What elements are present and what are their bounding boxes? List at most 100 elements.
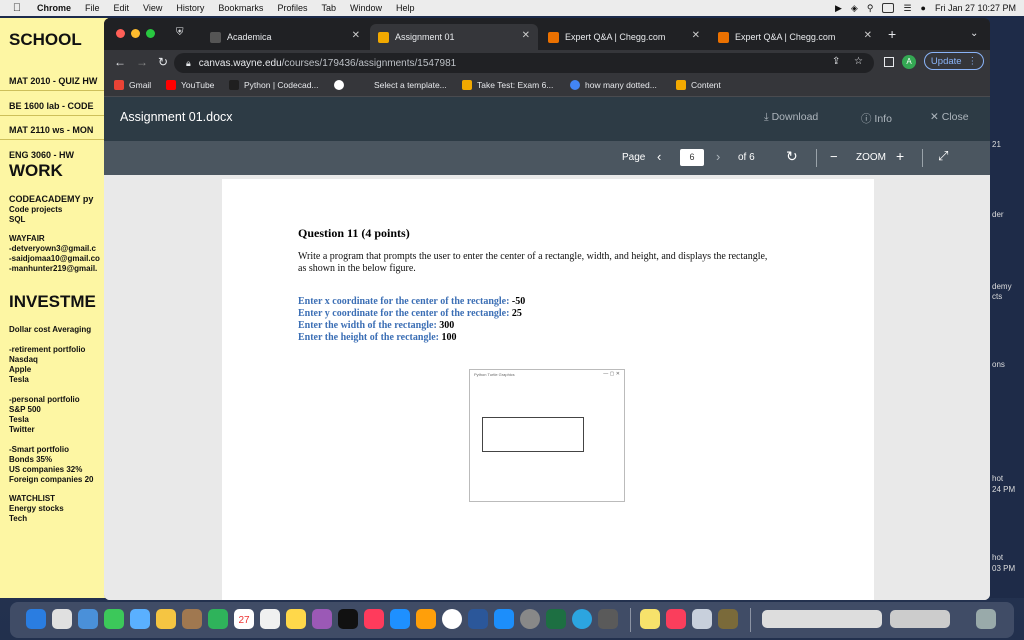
bookmark-content[interactable]: Content (676, 80, 721, 90)
keynote-icon[interactable] (390, 609, 410, 629)
reminders-icon[interactable] (260, 609, 280, 629)
maps-icon[interactable] (130, 609, 150, 629)
zoom-out-button[interactable]: − (830, 149, 838, 164)
menu-profiles[interactable]: Profiles (277, 3, 307, 13)
settings-icon[interactable] (520, 609, 540, 629)
menu-tab[interactable]: Tab (321, 3, 336, 13)
bookmark-globe[interactable] (334, 80, 349, 90)
profile-avatar[interactable]: A (902, 55, 916, 69)
close-viewer-button[interactable]: ✕ Close (930, 111, 969, 123)
minimized-window[interactable] (890, 610, 950, 628)
minimized-window[interactable] (762, 610, 882, 628)
wifi-icon[interactable]: ◈ (851, 3, 858, 14)
apple-tv-icon[interactable] (338, 609, 358, 629)
menu-file[interactable]: File (85, 3, 100, 13)
podcasts-icon[interactable] (312, 609, 332, 629)
update-button[interactable]: Update ⋮ (924, 52, 984, 70)
finder-icon[interactable] (26, 609, 46, 629)
tab-assignment-01[interactable]: Assignment 01 ✕ (370, 24, 538, 50)
stickies-icon[interactable] (640, 609, 660, 629)
menu-bookmarks[interactable]: Bookmarks (218, 3, 263, 13)
close-label: Close (942, 111, 969, 123)
close-tab-icon[interactable]: ✕ (352, 30, 360, 41)
reload-button[interactable]: ↻ (158, 55, 168, 69)
battery-icon[interactable] (882, 3, 894, 13)
sticky-course: BE 1600 lab - CODE (9, 101, 94, 111)
info-button[interactable]: ⓘ Info (861, 111, 892, 126)
app-store-icon[interactable] (494, 609, 514, 629)
gmail-icon (114, 80, 124, 90)
close-window-button[interactable] (116, 29, 125, 38)
new-tab-button[interactable]: + (888, 26, 896, 42)
apple-icon[interactable]:  (10, 1, 24, 15)
tab-chegg-2[interactable]: Expert Q&A | Chegg.com ✕ (710, 24, 880, 50)
chrome-icon[interactable] (442, 609, 462, 629)
menu-help[interactable]: Help (396, 3, 415, 13)
download-button[interactable]: ⤓ Download (764, 111, 818, 124)
minimize-window-button[interactable] (131, 29, 140, 38)
fullscreen-icon[interactable]: ⤢ (938, 148, 948, 164)
mail-icon[interactable] (78, 609, 98, 629)
bookmark-exam[interactable]: Take Test: Exam 6... (462, 80, 553, 90)
telegram-icon[interactable] (572, 609, 592, 629)
news-icon[interactable] (364, 609, 384, 629)
photos-icon[interactable] (156, 609, 176, 629)
console-prompt: Enter the height of the rectangle: (298, 332, 439, 343)
menu-history[interactable]: History (176, 3, 204, 13)
siri-icon[interactable]: ● (921, 3, 926, 13)
sticky-line: -personal portfolio (9, 395, 80, 405)
messages-icon[interactable] (104, 609, 124, 629)
bookmark-label: YouTube (181, 80, 214, 90)
address-bar[interactable]: 🔒︎ canvas.wayne.edu /courses/179436/assi… (174, 53, 874, 73)
tab-academica[interactable]: Academica ✕ (202, 24, 368, 50)
menu-view[interactable]: View (143, 3, 162, 13)
notes-icon[interactable] (286, 609, 306, 629)
bookmark-star-icon[interactable]: ☆ (854, 56, 863, 67)
zoom-window-button[interactable] (146, 29, 155, 38)
menu-edit[interactable]: Edit (114, 3, 130, 13)
close-tab-icon[interactable]: ✕ (522, 30, 530, 41)
close-tab-icon[interactable]: ✕ (692, 30, 700, 41)
page-number-input[interactable]: 6 (680, 149, 704, 166)
zoom-in-button[interactable]: + (896, 148, 904, 164)
preview-icon[interactable] (692, 609, 712, 629)
bookmark-youtube[interactable]: YouTube (166, 80, 214, 90)
forward-button[interactable]: → (136, 55, 148, 69)
facetime-icon[interactable] (208, 609, 228, 629)
side-panel-icon[interactable] (884, 57, 894, 67)
divider (816, 149, 817, 167)
trash-icon[interactable] (976, 609, 996, 629)
tab-chegg-1[interactable]: Expert Q&A | Chegg.com ✕ (540, 24, 708, 50)
bookmark-python[interactable]: Python | Codecad... (229, 80, 319, 90)
background-window[interactable] (990, 18, 1024, 598)
lock-icon[interactable]: 🔒︎ (186, 58, 191, 69)
bookmark-template[interactable]: Select a template... (374, 80, 447, 90)
prev-page-button[interactable]: ‹ (657, 149, 661, 164)
python-launcher-icon[interactable] (718, 609, 738, 629)
menu-window[interactable]: Window (350, 3, 382, 13)
clock-datetime[interactable]: Fri Jan 27 10:27 PM (935, 3, 1016, 13)
play-icon[interactable]: ▶ (835, 3, 842, 14)
word-icon[interactable] (468, 609, 488, 629)
rotate-icon[interactable]: ↻ (786, 148, 798, 165)
control-center-icon[interactable]: ☰ (903, 3, 911, 14)
back-button[interactable]: ← (114, 55, 126, 69)
pages-icon[interactable] (416, 609, 436, 629)
shield-icon[interactable]: ⛨ (176, 27, 184, 38)
tab-search-icon[interactable]: ⌄ (970, 28, 978, 39)
search-icon[interactable]: ⚲ (867, 3, 874, 14)
next-page-button[interactable]: › (716, 149, 720, 164)
bookmark-gmail[interactable]: Gmail (114, 80, 151, 90)
menu-app-name[interactable]: Chrome (37, 3, 71, 13)
calendar-icon[interactable]: 27 (234, 609, 254, 629)
music-icon[interactable] (666, 609, 686, 629)
excel-icon[interactable] (546, 609, 566, 629)
share-icon[interactable]: ⇪ (832, 56, 840, 67)
python-icon[interactable] (598, 609, 618, 629)
sticky-note[interactable]: SCHOOL MAT 2010 - QUIZ HW BE 1600 lab - … (0, 18, 108, 598)
contacts-icon[interactable] (182, 609, 202, 629)
bookmark-google[interactable]: how many dotted... (570, 80, 657, 90)
sticky-line: -Smart portfolio (9, 445, 69, 455)
close-tab-icon[interactable]: ✕ (864, 30, 872, 41)
launchpad-icon[interactable] (52, 609, 72, 629)
